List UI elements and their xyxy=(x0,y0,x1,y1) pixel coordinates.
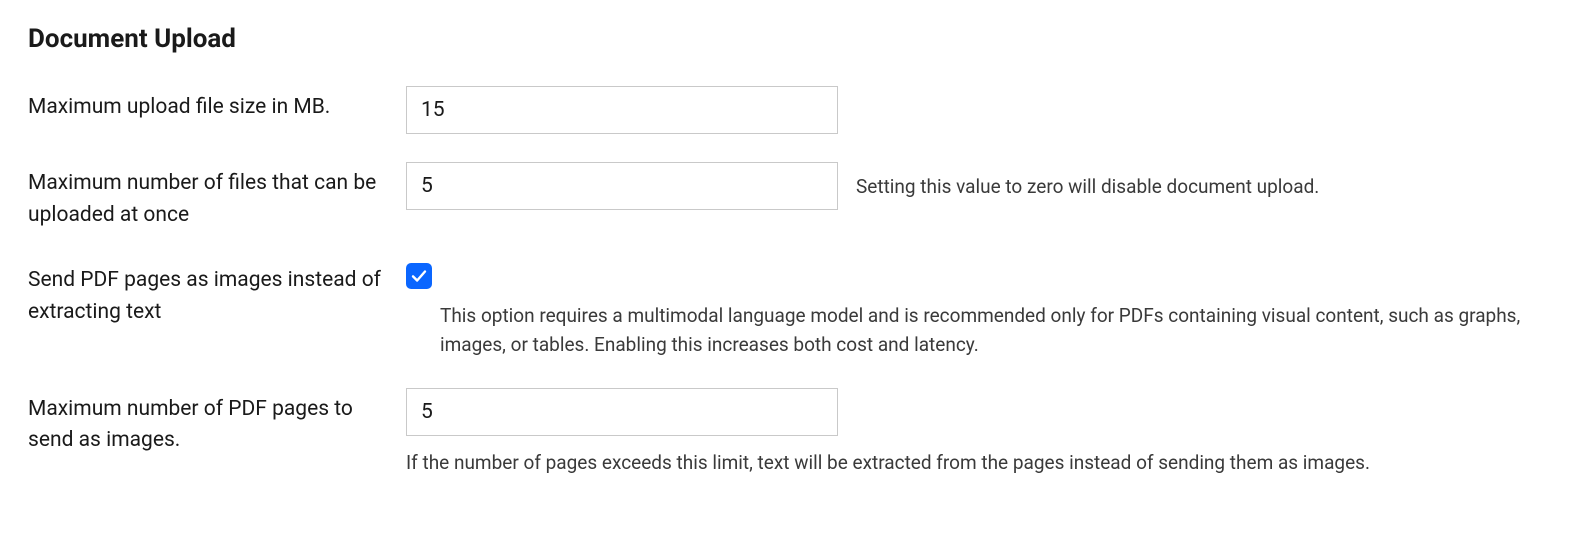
max-upload-size-label: Maximum upload file size in MB. xyxy=(28,86,398,124)
settings-grid: Maximum upload file size in MB. Maximum … xyxy=(28,86,1554,477)
max-files-label: Maximum number of files that can be uplo… xyxy=(28,162,398,231)
pdf-as-images-help: This option requires a multimodal langua… xyxy=(406,301,1554,360)
max-pdf-pages-control: If the number of pages exceeds this limi… xyxy=(406,388,1554,477)
max-pdf-pages-help: If the number of pages exceeds this limi… xyxy=(406,448,1554,477)
pdf-as-images-checkbox[interactable] xyxy=(406,263,432,289)
max-upload-size-input[interactable] xyxy=(406,86,838,134)
max-files-input[interactable] xyxy=(406,162,838,210)
max-files-help: Setting this value to zero will disable … xyxy=(856,175,1319,198)
max-pdf-pages-label: Maximum number of PDF pages to send as i… xyxy=(28,388,398,457)
section-title: Document Upload xyxy=(28,24,1554,54)
max-files-control: Setting this value to zero will disable … xyxy=(406,162,1554,210)
check-icon xyxy=(410,267,428,285)
max-pdf-pages-input[interactable] xyxy=(406,388,838,436)
max-upload-size-control xyxy=(406,86,1554,134)
pdf-as-images-label: Send PDF pages as images instead of extr… xyxy=(28,259,398,328)
pdf-as-images-control: This option requires a multimodal langua… xyxy=(406,259,1554,360)
